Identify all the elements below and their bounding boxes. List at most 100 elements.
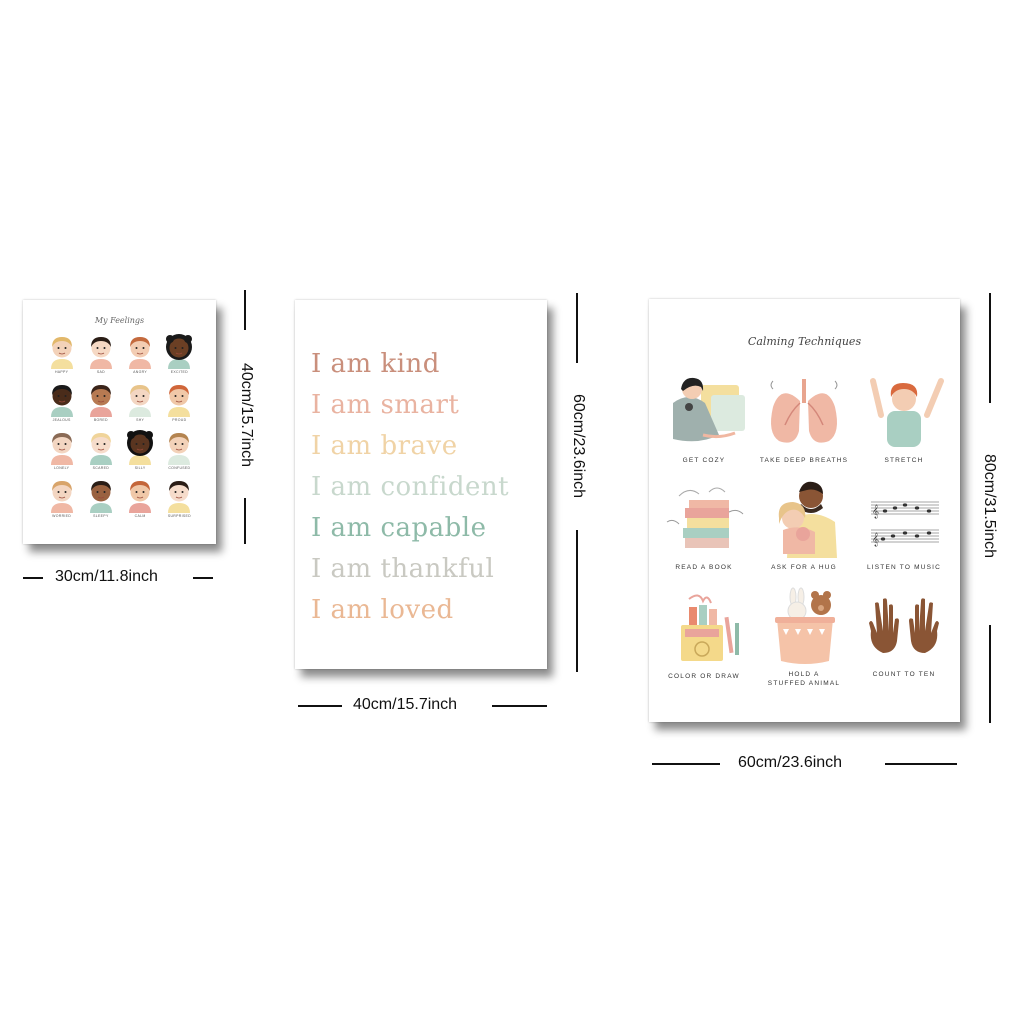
hug-icon [778, 481, 837, 558]
affirmation-line: I am kind [311, 349, 440, 379]
affirmation-line: I am loved [311, 595, 454, 625]
affirmations-poster: I am kind I am smart I am brave I am confid… [295, 300, 547, 669]
feeling-label: WORRIED [52, 514, 72, 518]
child-face-icon [50, 481, 73, 513]
child-face-icon [89, 337, 112, 369]
feeling-face-cell: CALM [122, 477, 159, 521]
svg-text:𝄞: 𝄞 [872, 504, 879, 518]
child-face-icon [129, 481, 152, 513]
hands-icon [869, 598, 939, 653]
affirmation-line: I am smart [311, 390, 460, 420]
technique-stuffed-animal: HOLD A STUFFED ANIMAL [756, 587, 852, 688]
technique-stretch: STRETCH [856, 373, 952, 465]
technique-ask-for-hug: ASK FOR A HUG [756, 478, 852, 572]
feeling-label: SURPRISED [167, 514, 191, 518]
calming-width-label: 60cm/23.6inch [738, 754, 843, 771]
technique-label: GET COZY [682, 457, 726, 464]
width-dimension-line-right [885, 763, 957, 765]
affirmation-line: I am capable [311, 513, 487, 543]
height-dimension-line-bottom [576, 530, 578, 672]
technique-read-book: READ A BOOK [656, 482, 752, 572]
feeling-face-cell: EXCITED [161, 333, 198, 377]
child-face-icon [50, 433, 73, 465]
feeling-label: JEALOUS [52, 418, 71, 422]
affirmation-line: I am confident [311, 472, 510, 502]
technique-label: STRETCH [884, 457, 924, 464]
child-face-icon [89, 481, 112, 513]
feeling-face-cell: ANGRY [122, 333, 159, 377]
stretch-boy-icon [870, 378, 944, 447]
child-face-icon [166, 334, 193, 369]
music-notes-icon: 𝄞 𝄞 [871, 501, 939, 546]
child-face-icon [168, 433, 191, 465]
feeling-label: CALM [134, 514, 146, 518]
feelings-face-grid: HAPPY SAD ANGRY EXCITED JEALOUS BORED SHY PROUD… [43, 333, 198, 521]
feeling-face-cell: HAPPY [43, 333, 80, 377]
technique-color-draw: COLOR OR DRAW [656, 587, 752, 681]
feelings-poster-title: My Feelings [94, 316, 145, 325]
feelings-height-label: 40cm/15.7inch [238, 362, 255, 468]
width-dimension-line-right [193, 577, 213, 579]
calming-poster: Calming Techniques GET COZY TAKE DEEP BR… [649, 299, 960, 722]
calming-height-label: 80cm/31.5inch [981, 453, 998, 559]
feelings-poster: My Feelings HAPPY SAD ANGRY EXCITED JEALOUS B… [23, 300, 216, 544]
feeling-label: SHY [136, 418, 145, 422]
feeling-label: HAPPY [54, 370, 69, 374]
feeling-face-cell: SLEEPY [82, 477, 119, 521]
height-dimension-line-bottom [244, 498, 246, 544]
child-face-icon [50, 337, 73, 369]
technique-label: TAKE DEEP BREATHS [759, 457, 849, 464]
cozy-girl-icon [673, 377, 745, 442]
child-face-icon [168, 385, 191, 417]
technique-listen-music: 𝄞 𝄞 LISTEN TO MUSIC [856, 482, 952, 572]
technique-deep-breaths: TAKE DEEP BREATHS [756, 373, 852, 465]
feeling-face-cell: SHY [122, 381, 159, 425]
technique-label: ASK FOR A HUG [771, 564, 837, 571]
feeling-label: CONFUSED [168, 466, 191, 470]
technique-label-line2: STUFFED ANIMAL [767, 680, 841, 687]
width-dimension-line-left [23, 577, 43, 579]
feeling-face-cell: WORRIED [43, 477, 80, 521]
child-face-icon [129, 385, 152, 417]
technique-label: COUNT TO TEN [872, 671, 936, 678]
feeling-face-cell: SURPRISED [161, 477, 198, 521]
feeling-label: SAD [96, 370, 105, 374]
technique-label: HOLD A STUFFED ANIMAL [756, 670, 852, 688]
feelings-width-label: 30cm/11.8inch [55, 568, 158, 585]
affirmations-height-label: 60cm/23.6inch [570, 393, 587, 499]
books-icon [666, 487, 744, 548]
width-dimension-line-right [492, 705, 547, 707]
feeling-face-cell: LONELY [43, 429, 80, 473]
feeling-label: PROUD [172, 418, 187, 422]
height-dimension-line-top [244, 290, 246, 330]
height-dimension-line-bottom [989, 625, 991, 723]
feeling-face-cell: BORED [82, 381, 119, 425]
feeling-label: LONELY [53, 466, 70, 470]
feeling-label: SCARED [92, 466, 110, 470]
child-face-icon [168, 481, 191, 513]
technique-label: COLOR OR DRAW [668, 673, 740, 680]
technique-count-to-ten: COUNT TO TEN [856, 587, 952, 679]
affirmation-line: I am brave [311, 431, 458, 461]
feeling-label: BORED [93, 418, 108, 422]
lungs-icon [770, 379, 838, 443]
technique-label-line1: HOLD A [788, 671, 820, 678]
width-dimension-line-left [298, 705, 342, 707]
child-face-icon [129, 337, 152, 369]
feeling-face-cell: CONFUSED [161, 429, 198, 473]
height-dimension-line-top [576, 293, 578, 363]
crayons-icon [681, 594, 739, 661]
stuffed-animal-icon [775, 587, 835, 664]
feeling-face-cell: SAD [82, 333, 119, 377]
child-face-icon [50, 385, 73, 417]
affirmation-list: I am kind I am smart I am brave I am confid… [311, 344, 509, 631]
technique-label: LISTEN TO MUSIC [866, 564, 942, 571]
child-face-icon [89, 385, 112, 417]
technique-get-cozy: GET COZY [656, 373, 752, 465]
feeling-label: ANGRY [133, 370, 148, 374]
feeling-label: SLEEPY [93, 514, 109, 518]
feeling-face-cell: SILLY [122, 429, 159, 473]
width-dimension-line-left [652, 763, 720, 765]
feeling-face-cell: PROUD [161, 381, 198, 425]
feeling-face-cell: SCARED [82, 429, 119, 473]
